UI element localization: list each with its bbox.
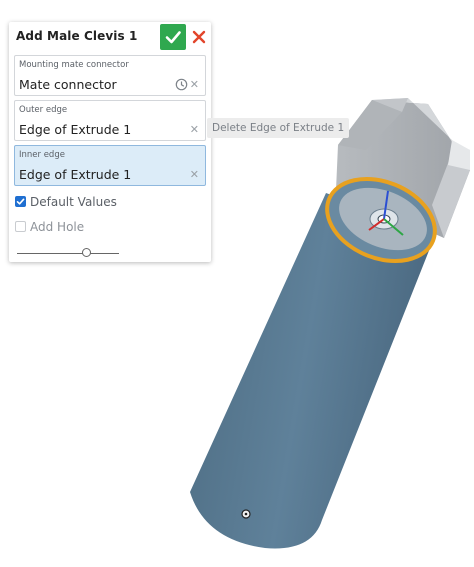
size-slider[interactable] — [17, 246, 119, 260]
cancel-button[interactable] — [189, 24, 209, 50]
add-hole-checkbox[interactable] — [15, 221, 26, 232]
field-label: Outer edge — [19, 105, 68, 115]
checkmark-icon — [165, 31, 181, 44]
slider-track — [17, 253, 119, 254]
inner-edge-field[interactable]: Inner edge Edge of Extrude 1 ✕ — [14, 145, 206, 186]
dialog-header: Add Male Clevis 1 — [9, 22, 211, 52]
clear-field-icon[interactable]: ✕ — [190, 168, 199, 181]
accept-button[interactable] — [160, 24, 186, 50]
default-values-label: Default Values — [30, 195, 117, 209]
clear-field-icon[interactable]: ✕ — [190, 123, 199, 136]
slider-thumb[interactable] — [82, 248, 91, 257]
field-value: Edge of Extrude 1 — [19, 122, 132, 137]
dialog-title: Add Male Clevis 1 — [16, 29, 138, 43]
delete-tooltip: Delete Edge of Extrude 1 — [207, 118, 350, 138]
mounting-mate-connector-field[interactable]: Mounting mate connector Mate connector ✕ — [14, 55, 206, 96]
check-icon — [16, 198, 25, 205]
clock-icon[interactable] — [175, 78, 188, 91]
field-value: Mate connector — [19, 77, 117, 92]
close-icon — [192, 30, 206, 44]
field-value: Edge of Extrude 1 — [19, 167, 132, 182]
clear-field-icon[interactable]: ✕ — [190, 78, 199, 91]
default-values-checkbox[interactable] — [15, 196, 26, 207]
field-label: Mounting mate connector — [19, 60, 129, 70]
outer-edge-field[interactable]: Outer edge Edge of Extrude 1 ✕ — [14, 100, 206, 141]
add-hole-label: Add Hole — [30, 220, 85, 234]
feature-dialog: Add Male Clevis 1 Mounting mate connecto… — [9, 22, 211, 262]
field-label: Inner edge — [19, 150, 65, 160]
